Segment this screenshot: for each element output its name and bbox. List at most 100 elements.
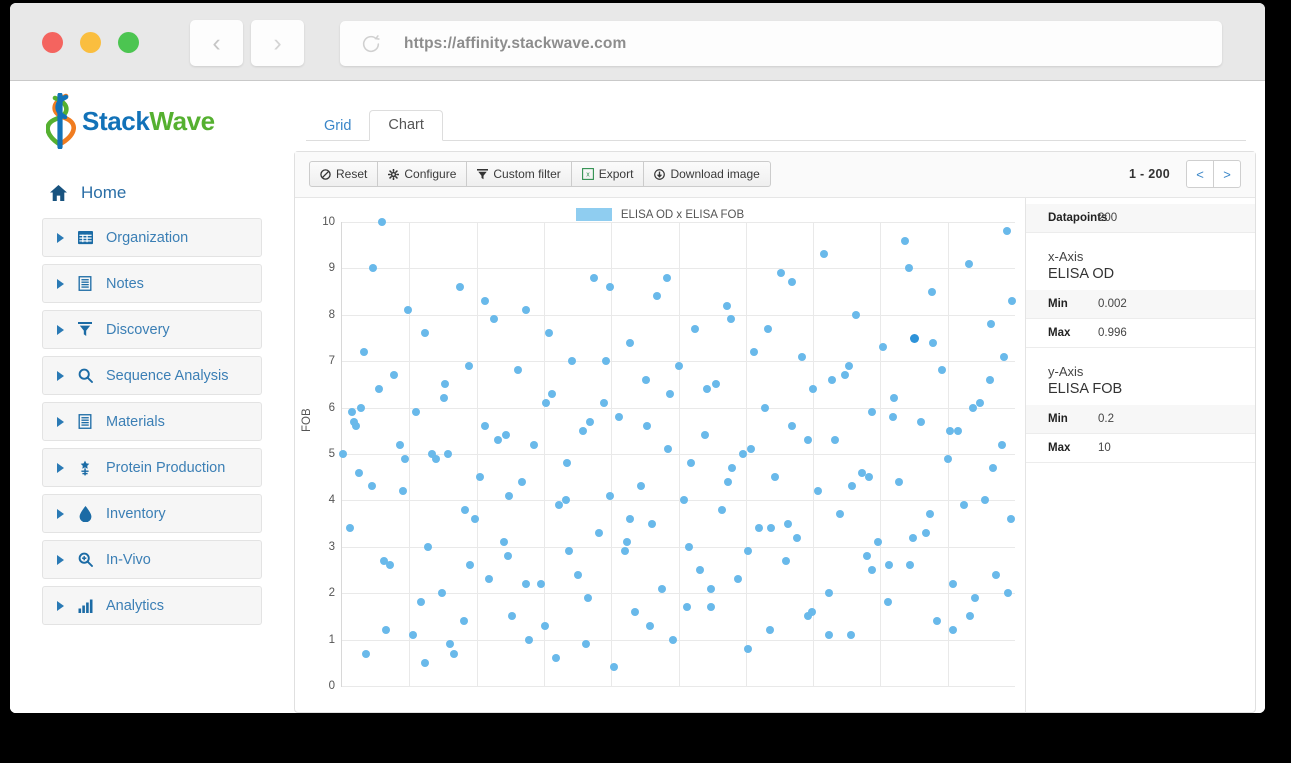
scatter-point[interactable]: [494, 436, 503, 445]
prev-page-button[interactable]: <: [1186, 160, 1214, 188]
scatter-point[interactable]: [403, 306, 412, 315]
scatter-point[interactable]: [471, 514, 480, 523]
scatter-point[interactable]: [400, 454, 409, 463]
scatter-point[interactable]: [916, 417, 925, 426]
scatter-point[interactable]: [529, 440, 538, 449]
scatter-point[interactable]: [726, 315, 735, 324]
scatter-point[interactable]: [844, 361, 853, 370]
scatter-point[interactable]: [807, 607, 816, 616]
scatter-point[interactable]: [368, 482, 377, 491]
scatter-point[interactable]: [879, 343, 888, 352]
scatter-point[interactable]: [424, 542, 433, 551]
scatter-point[interactable]: [360, 347, 369, 356]
scatter-point[interactable]: [568, 357, 577, 366]
chevron-right-icon[interactable]: [57, 462, 64, 473]
scatter-point[interactable]: [766, 626, 775, 635]
scatter-point[interactable]: [536, 579, 545, 588]
scatter-point[interactable]: [1004, 589, 1013, 598]
scatter-point[interactable]: [755, 524, 764, 533]
tab-chart[interactable]: Chart: [369, 110, 443, 141]
scatter-point[interactable]: [507, 612, 516, 621]
scatter-point[interactable]: [696, 566, 705, 574]
scatter-point[interactable]: [792, 533, 801, 542]
scatter-point[interactable]: [928, 338, 937, 347]
scatter-chart[interactable]: ELISA OD x ELISA FOB FOB 012345678910 Sa…: [295, 198, 1025, 713]
scatter-point[interactable]: [925, 510, 934, 519]
scatter-point[interactable]: [932, 617, 941, 626]
scatter-point[interactable]: [620, 547, 629, 556]
scatter-point[interactable]: [501, 431, 510, 440]
chevron-right-icon[interactable]: [57, 278, 64, 289]
scatter-point[interactable]: [683, 603, 692, 612]
sidebar-item-organization[interactable]: Organization: [42, 218, 262, 257]
scatter-point[interactable]: [361, 649, 370, 658]
scatter-point[interactable]: [663, 273, 672, 282]
scatter-point[interactable]: [573, 570, 582, 579]
scatter-point[interactable]: [884, 598, 893, 607]
chevron-right-icon[interactable]: [57, 554, 64, 565]
export-button[interactable]: x Export: [570, 161, 645, 187]
scatter-point[interactable]: [836, 510, 845, 519]
scatter-point[interactable]: [582, 640, 591, 649]
scatter-point[interactable]: [514, 366, 523, 375]
scatter-point[interactable]: [420, 329, 429, 338]
url-bar[interactable]: https://affinity.stackwave.com: [340, 21, 1222, 66]
scatter-point[interactable]: [554, 501, 563, 510]
scatter-point[interactable]: [352, 422, 361, 431]
scatter-point[interactable]: [545, 329, 554, 338]
scatter-point[interactable]: [868, 566, 877, 574]
scatter-point[interactable]: [767, 524, 776, 533]
scatter-point[interactable]: [622, 538, 631, 547]
scatter-point[interactable]: [701, 431, 710, 440]
sidebar-item-protein-production[interactable]: Protein Production: [42, 448, 262, 487]
scatter-point[interactable]: [595, 528, 604, 537]
scatter-point[interactable]: [504, 491, 513, 500]
scatter-point[interactable]: [420, 658, 429, 667]
scatter-point[interactable]: [412, 408, 421, 417]
sidebar-item-materials[interactable]: Materials: [42, 402, 262, 441]
scatter-point[interactable]: [873, 538, 882, 547]
next-page-button[interactable]: >: [1213, 160, 1241, 188]
scatter-point[interactable]: [480, 422, 489, 431]
scatter-point[interactable]: [733, 575, 742, 584]
chevron-right-icon[interactable]: [57, 324, 64, 335]
scatter-point[interactable]: [626, 514, 635, 523]
scatter-point[interactable]: [945, 426, 954, 435]
sidebar-item-in-vivo[interactable]: In-Vivo: [42, 540, 262, 579]
scatter-point[interactable]: [959, 501, 968, 510]
scatter-point[interactable]: [626, 338, 635, 347]
scatter-point[interactable]: [375, 385, 383, 394]
scatter-point[interactable]: [744, 644, 753, 653]
plot-area[interactable]: 0 1 2 3 4 5 6 7 8 9 10: [322, 216, 1017, 692]
chevron-right-icon[interactable]: [57, 508, 64, 519]
scatter-point[interactable]: [417, 598, 426, 607]
scatter-point[interactable]: [395, 440, 404, 449]
scatter-point[interactable]: [432, 454, 441, 463]
scatter-point[interactable]: [706, 603, 715, 612]
scatter-point[interactable]: [999, 352, 1008, 361]
scatter-point[interactable]: [652, 292, 661, 301]
scatter-point[interactable]: [690, 324, 699, 333]
scatter-point[interactable]: [481, 296, 490, 305]
minimize-window-button[interactable]: [80, 32, 101, 53]
scatter-point[interactable]: [605, 491, 614, 500]
scatter-point[interactable]: [782, 556, 791, 565]
scatter-point[interactable]: [814, 487, 823, 496]
scatter-point[interactable]: [809, 385, 818, 394]
scatter-point[interactable]: [798, 352, 807, 361]
scatter-point[interactable]: [943, 454, 952, 463]
scatter-point[interactable]: [444, 450, 453, 458]
custom-filter-button[interactable]: Custom filter: [466, 161, 572, 187]
sidebar-item-sequence-analysis[interactable]: Sequence Analysis: [42, 356, 262, 395]
scatter-point[interactable]: [864, 473, 873, 482]
scatter-point[interactable]: [464, 361, 473, 370]
scatter-point[interactable]: [525, 635, 534, 644]
scatter-point[interactable]: [989, 463, 998, 472]
scatter-point[interactable]: [356, 403, 365, 412]
scatter-point[interactable]: [1002, 227, 1011, 236]
scatter-point[interactable]: [906, 561, 914, 570]
scatter-point[interactable]: [717, 505, 726, 514]
scatter-point[interactable]: [819, 250, 828, 259]
scatter-point[interactable]: [355, 468, 364, 477]
scatter-point[interactable]: [969, 403, 978, 412]
